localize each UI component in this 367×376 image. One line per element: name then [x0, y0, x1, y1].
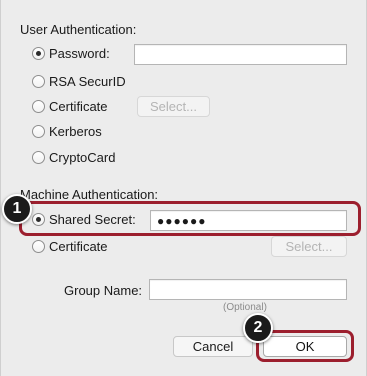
radio-cryptocard[interactable]: CryptoCard	[32, 147, 115, 167]
authentication-dialog: User Authentication: Password: RSA Secur…	[0, 0, 367, 376]
radio-machine-certificate[interactable]: Certificate	[32, 236, 108, 256]
radio-label-password: Password:	[49, 45, 110, 61]
radio-button-checked[interactable]	[32, 46, 45, 60]
radio-button[interactable]	[32, 74, 45, 88]
password-field[interactable]	[134, 44, 347, 65]
group-name-label: Group Name:	[64, 283, 143, 298]
machine-authentication-heading: Machine Authentication:	[20, 187, 159, 202]
radio-certificate[interactable]: Certificate	[32, 96, 108, 116]
cancel-button[interactable]: Cancel	[173, 336, 253, 357]
user-certificate-select-button[interactable]: Select...	[137, 96, 210, 117]
radio-password[interactable]: Password:	[32, 43, 110, 63]
shared-secret-highlight	[19, 201, 361, 236]
radio-button[interactable]	[32, 124, 45, 138]
radio-rsa-securid[interactable]: RSA SecurID	[32, 71, 126, 91]
radio-button[interactable]	[32, 99, 45, 113]
step-2-callout: 2	[243, 313, 273, 343]
radio-label-rsa-securid: RSA SecurID	[49, 73, 126, 89]
group-name-optional-hint: (Optional)	[223, 302, 267, 313]
radio-button[interactable]	[32, 239, 45, 253]
radio-label-kerberos: Kerberos	[49, 123, 102, 139]
step-1-callout: 1	[2, 194, 32, 224]
group-name-field[interactable]	[149, 279, 347, 300]
machine-certificate-select-button[interactable]: Select...	[271, 236, 347, 257]
radio-label-cryptocard: CryptoCard	[49, 149, 116, 165]
radio-kerberos[interactable]: Kerberos	[32, 121, 102, 141]
radio-button[interactable]	[32, 150, 45, 164]
radio-label-certificate: Certificate	[49, 98, 108, 114]
user-authentication-heading: User Authentication:	[20, 22, 137, 37]
radio-label-machine-certificate: Certificate	[49, 238, 108, 254]
